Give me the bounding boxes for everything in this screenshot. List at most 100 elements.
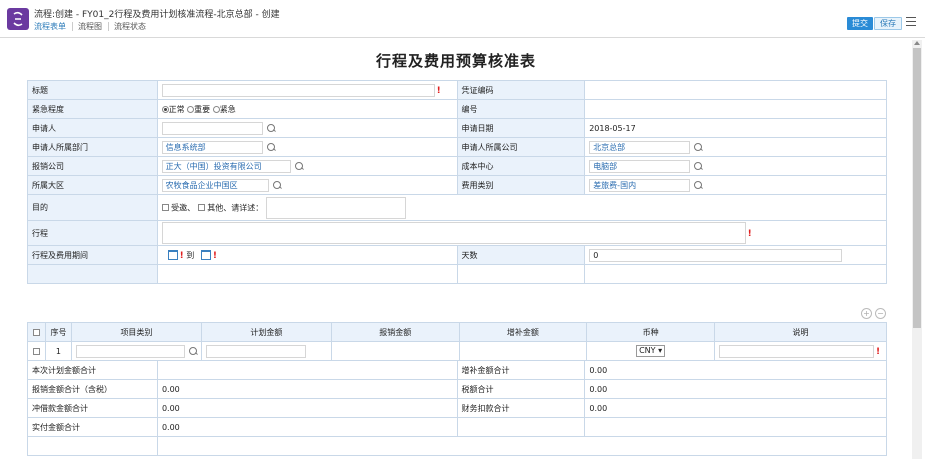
purpose-checkbox-other[interactable] xyxy=(197,204,205,211)
deduct-total-value: 0.00 xyxy=(584,398,887,418)
purpose-checkbox-invited[interactable] xyxy=(161,204,169,211)
note-input[interactable] xyxy=(718,344,874,358)
category-input[interactable] xyxy=(75,344,185,358)
reimb-company-input[interactable]: 正大（中国）投资有限公司 xyxy=(161,159,291,173)
loan-total-value: 0.00 xyxy=(156,398,458,418)
col-header: 计划金额 xyxy=(200,322,332,342)
label-reimb-total: 报销金额合计（含税） xyxy=(27,379,158,399)
search-icon[interactable] xyxy=(272,181,281,189)
search-icon[interactable] xyxy=(294,162,303,170)
region-input[interactable]: 农牧食品企业中国区 xyxy=(161,178,269,192)
applicant-cell xyxy=(156,118,458,138)
label-deduct-total: 财务扣款合计 xyxy=(456,398,586,418)
dept-cell: 信息系统部 xyxy=(156,137,458,157)
label-company: 申请人所属公司 xyxy=(456,137,586,157)
window-title: 流程:创建 - FY01_2行程及费用计划核准流程-北京总部 - 创建 xyxy=(34,10,280,20)
search-icon[interactable] xyxy=(188,347,197,355)
purpose-cell: 受邀、 其他、请详述： xyxy=(156,194,888,221)
blank-cell xyxy=(27,436,158,456)
apply-date-value: 2018-05-17 xyxy=(584,118,887,138)
search-icon[interactable] xyxy=(694,162,703,170)
summary-table: 本次计划金额合计 增补金额合计 0.00 报销金额合计（含税） 0.00 税额合… xyxy=(27,360,888,456)
blank-cell xyxy=(584,417,887,437)
calendar-icon[interactable] xyxy=(167,250,178,260)
reimb-amount-cell xyxy=(330,341,460,361)
voucher-value xyxy=(584,80,887,100)
search-icon[interactable] xyxy=(266,143,275,151)
tab-form[interactable]: 流程表单 xyxy=(34,22,73,31)
expense-type-cell: 差旅费-国内 xyxy=(584,175,887,195)
col-header: 币种 xyxy=(586,322,715,342)
reimb-total-value: 0.00 xyxy=(156,379,458,399)
itinerary-textarea[interactable] xyxy=(161,222,746,244)
purpose-textarea[interactable] xyxy=(265,196,406,219)
add-amount-cell xyxy=(458,341,588,361)
select-all-checkbox[interactable] xyxy=(32,328,40,336)
cost-center-input[interactable]: 电脑部 xyxy=(589,159,691,173)
label-expense-type: 费用类别 xyxy=(456,175,586,195)
label-add-total: 增补金额合计 xyxy=(456,360,586,380)
col-header: 序号 xyxy=(44,322,72,342)
urgency-radio-normal[interactable] xyxy=(161,105,169,113)
subject-input[interactable] xyxy=(161,83,435,97)
purpose-option-label: 其他、请详述： xyxy=(207,203,264,212)
row-checkbox[interactable] xyxy=(32,347,40,355)
label-cost-center: 成本中心 xyxy=(456,156,586,176)
label-number: 编号 xyxy=(456,99,586,119)
label-subject: 标题 xyxy=(27,80,158,100)
company-input[interactable]: 北京总部 xyxy=(589,140,691,154)
main-form-table: 标题 ! 凭证编码 紧急程度 正常 重要 紧急 编号 申请人 申请日期 2018… xyxy=(27,80,888,284)
save-button[interactable]: 保存 xyxy=(874,17,902,30)
tab-flowchart[interactable]: 流程图 xyxy=(78,22,109,31)
plan-total-value xyxy=(156,360,458,380)
tab-status[interactable]: 流程状态 xyxy=(114,22,152,31)
region-cell: 农牧食品企业中国区 xyxy=(156,175,458,195)
label-period: 行程及费用期间 xyxy=(27,245,158,265)
search-icon[interactable] xyxy=(694,181,703,189)
view-tabs: 流程表单 流程图 流程状态 xyxy=(34,21,157,32)
urgency-options: 正常 重要 紧急 xyxy=(156,99,458,119)
expense-type-input[interactable]: 差旅费-国内 xyxy=(589,178,691,192)
scroll-up-arrow-icon[interactable] xyxy=(914,41,920,45)
menu-icon[interactable] xyxy=(906,17,916,27)
blank-cell xyxy=(156,436,888,456)
blank-label xyxy=(27,264,158,284)
applicant-input[interactable] xyxy=(161,121,263,135)
cost-center-cell: 电脑部 xyxy=(584,156,887,176)
search-icon[interactable] xyxy=(694,143,703,151)
add-total-value: 0.00 xyxy=(584,360,887,380)
scroll-thumb[interactable] xyxy=(913,48,921,328)
col-header: 说明 xyxy=(713,322,888,342)
col-header: 报销金额 xyxy=(330,322,460,342)
required-mark: ! xyxy=(179,250,184,261)
note-cell: ! xyxy=(713,341,888,361)
required-mark: ! xyxy=(436,85,441,96)
urgency-radio-urgent[interactable] xyxy=(212,105,220,113)
plan-amount-input[interactable] xyxy=(205,344,306,358)
period-cell: ! 到 ! xyxy=(156,245,458,265)
form-title: 行程及费用预算核准表 xyxy=(375,52,536,70)
row-index: 1 xyxy=(44,341,72,361)
blank-cell xyxy=(156,264,458,284)
reimb-company-cell: 正大（中国）投资有限公司 xyxy=(156,156,458,176)
vertical-scrollbar[interactable] xyxy=(912,40,922,459)
submit-button[interactable]: 提交 xyxy=(847,17,873,30)
row-ops: + − xyxy=(858,308,886,319)
required-mark: ! xyxy=(875,346,881,357)
remove-row-icon[interactable]: − xyxy=(875,308,886,319)
label-itinerary: 行程 xyxy=(27,220,158,246)
label-urgency: 紧急程度 xyxy=(27,99,158,119)
label-days: 天数 xyxy=(456,245,586,265)
top-bar: 流程:创建 - FY01_2行程及费用计划核准流程-北京总部 - 创建 流程表单… xyxy=(0,0,925,38)
dept-input[interactable]: 信息系统部 xyxy=(161,140,263,154)
currency-select[interactable]: CNY ▾ xyxy=(636,345,666,357)
add-row-icon[interactable]: + xyxy=(861,308,872,319)
calendar-icon[interactable] xyxy=(200,250,211,260)
col-header: 项目类别 xyxy=(70,322,202,342)
label-reimb-company: 报销公司 xyxy=(27,156,158,176)
search-icon[interactable] xyxy=(266,124,275,132)
row-select xyxy=(27,341,46,361)
number-value xyxy=(584,99,887,119)
days-input[interactable]: 0 xyxy=(589,248,843,262)
period-to-label: 到 xyxy=(186,250,195,260)
